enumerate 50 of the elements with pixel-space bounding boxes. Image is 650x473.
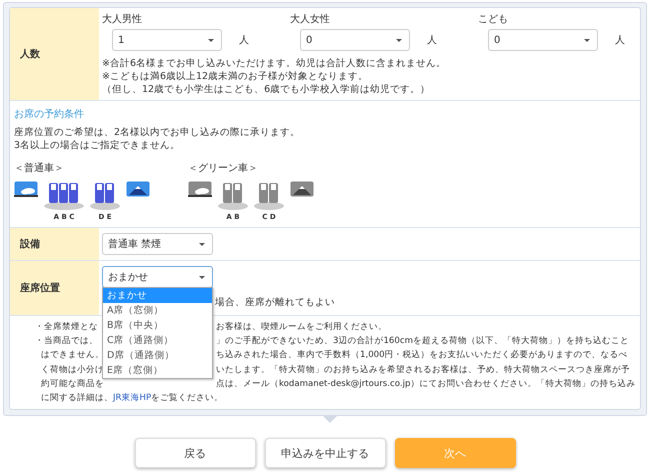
dropdown-option[interactable]: B席（中央） bbox=[103, 318, 212, 333]
row-label: 設備 bbox=[10, 228, 99, 260]
unit-label: 人 bbox=[427, 34, 437, 47]
note-text: はできません。 bbox=[41, 349, 104, 362]
note-text: いたします。「特大荷物」のお持ち込みを希望されるお客様は、予め、特大荷物スペースつき座席が予 bbox=[216, 364, 630, 377]
facility-select[interactable]: 普通車 禁煙 bbox=[102, 233, 213, 255]
seat-drawing bbox=[254, 181, 284, 211]
mountain-icon bbox=[126, 181, 150, 198]
dropdown-option[interactable]: A席（窓側） bbox=[103, 303, 212, 318]
field-label: こども bbox=[478, 13, 509, 26]
seat-select[interactable]: おまかせ bbox=[102, 266, 213, 288]
dropdown-option[interactable]: E席（窓側） bbox=[103, 363, 212, 378]
field-label: 大人女性 bbox=[290, 12, 331, 26]
sky-icon bbox=[14, 181, 38, 198]
unit-label: 人 bbox=[615, 34, 625, 47]
secondary-button[interactable]: 申込みを中止する bbox=[264, 438, 386, 468]
note-text: ち込みされた場合、車内で手数料（1,000円・税込）をお支払いいただく必要がありますので、なるべ bbox=[216, 348, 628, 362]
sky-icon bbox=[188, 181, 212, 198]
seat-drawing bbox=[44, 181, 84, 211]
car-type-label: ＜グリーン車＞ bbox=[188, 162, 259, 175]
note-text: 」のご手配ができないため、3辺の合計が160cmを超える荷物（以下、「特大荷物」）を持ち込むこと bbox=[216, 334, 629, 348]
count-select[interactable]: 0 bbox=[488, 29, 598, 51]
note-text: お客様は、喫煙ルームをご利用ください。 bbox=[216, 320, 387, 334]
count-select[interactable]: 0 bbox=[300, 29, 410, 51]
note-text: ※合計6名様までお申し込みいただけます。幼児は合計人数に含まれません。 bbox=[102, 57, 448, 70]
unit-label: 人 bbox=[239, 34, 249, 47]
note-text: 約可能な商品を bbox=[41, 378, 104, 391]
dropdown-option[interactable]: D席（通路側） bbox=[103, 348, 212, 363]
seat-drawing bbox=[218, 181, 248, 211]
note-text: 点は、メール（kodamanet-desk@jrtours.co.jp）にてお問い合わせください。「特大荷物」の持ち込み bbox=[216, 378, 636, 391]
note-text: ・当商品では、 bbox=[35, 335, 98, 348]
condition-text: 座席位置のご希望は、2名様以内でお申し込みの際に承ります。 bbox=[14, 127, 302, 140]
note-text: く荷物は小分け bbox=[41, 364, 104, 377]
option-text: 場合、座席が離れてもよい bbox=[215, 296, 336, 309]
note-text: （但し、12歳でも小学生はこども、6歳でも小学校入学前は幼児です。） bbox=[102, 83, 432, 96]
note-text: ※こどもは満6歳以上12歳未満のお子様が対象となります。 bbox=[102, 70, 370, 83]
row-label: 人数 bbox=[10, 8, 99, 100]
row-label: 座席位置 bbox=[10, 261, 99, 315]
mountain-icon bbox=[290, 181, 314, 198]
car-type-label: ＜普通車＞ bbox=[14, 162, 65, 175]
secondary-button[interactable]: 戻る bbox=[134, 438, 256, 468]
count-select[interactable]: 1 bbox=[112, 29, 222, 51]
note-text: ・全席禁煙とな bbox=[35, 321, 98, 334]
jr-link[interactable]: JR東海HP bbox=[113, 393, 152, 404]
dropdown-option[interactable]: C席（通路側） bbox=[103, 333, 212, 348]
note-text: に関する詳細は、JR東海HPをご覧ください。 bbox=[41, 392, 224, 406]
seat-drawing bbox=[90, 181, 120, 211]
section-title: お席の予約条件 bbox=[14, 108, 85, 121]
field-label: 大人男性 bbox=[102, 12, 143, 26]
condition-text: 3名以上の場合はご指定できません。 bbox=[14, 140, 182, 152]
